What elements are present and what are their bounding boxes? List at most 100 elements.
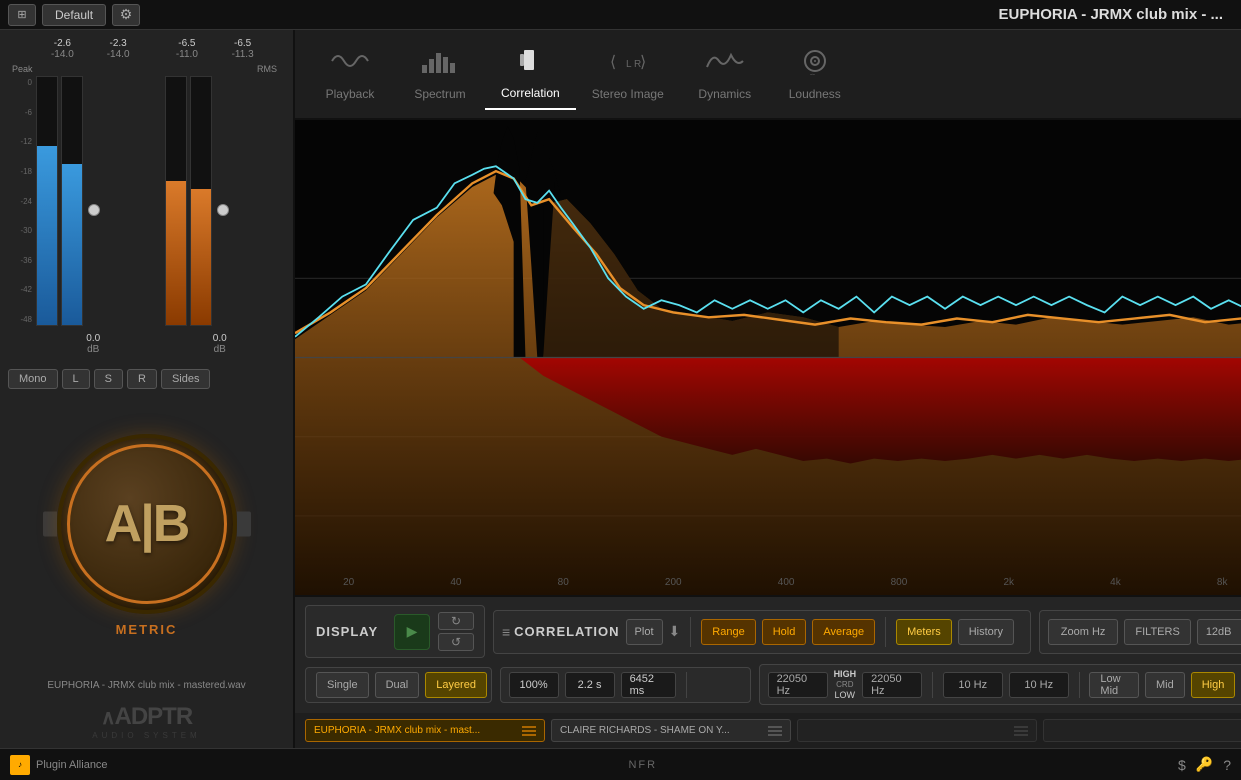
display-label: DISPLAY [316,624,386,639]
default-button[interactable]: Default [42,4,106,26]
dual-btn[interactable]: Dual [375,672,420,698]
high-hz1: 22050 Hz [768,672,828,698]
r-button[interactable]: R [127,369,157,389]
correlation-icon [516,46,544,80]
meter-bar-r1[interactable] [165,76,187,326]
hamburger-icon[interactable]: ≡ [502,624,510,640]
track-menu-1[interactable] [522,726,536,736]
correlation-label: CORRELATION [514,624,619,639]
bottom-icons: $ 🔑 ? [1178,756,1231,773]
tab-stereo-image[interactable]: ⟨ L R ⟩ Stereo Image [576,39,680,109]
db-unit-right: dB [159,344,282,355]
rms-l1: -14.0 [36,49,89,60]
tab-correlation[interactable]: Correlation [485,38,576,110]
main-layout: -2.6 -14.0 -2.3 -14.0 -6.5 -11.0 [0,30,1241,748]
top-bar-left: ⊞ Default ⚙ [8,4,140,26]
peak-r1: -6.5 [161,38,214,49]
average-val: 6452 ms [621,672,677,698]
key-icon[interactable]: 🔑 [1196,756,1213,773]
track-item-2[interactable]: CLAIRE RICHARDS - SHAME ON Y... [551,719,791,742]
crd-label: CRD [836,680,853,689]
refresh-btn-1[interactable]: ↻ [438,612,474,630]
peak-l1: -2.6 [36,38,89,49]
low-hz2: 10 Hz [1009,672,1069,698]
chart-area: 1 0.5 -0.5 -1 20 40 80 200 400 800 2k 4k… [295,120,1241,595]
meter-knob-right[interactable] [217,204,229,216]
pa-icon: ♪ [10,755,30,775]
tab-stereo-label: Stereo Image [592,87,664,101]
meter-bar-l2[interactable] [61,76,83,326]
average-btn[interactable]: Average [812,619,875,645]
tab-spectrum-label: Spectrum [414,87,465,101]
left-panel: -2.6 -14.0 -2.3 -14.0 -6.5 -11.0 [0,30,295,748]
dropdown-icon[interactable]: ⬇ [669,623,681,640]
peak-r2: -6.5 [216,38,269,49]
filters-btn[interactable]: FILTERS [1124,619,1190,645]
s-button[interactable]: S [94,369,123,389]
tracks-section: EUPHORIA - JRMX club mix - mast... CLAIR… [295,713,1241,748]
nfr-badge: NFR [628,759,657,771]
hold-btn[interactable]: Hold [762,619,807,645]
spectrum-icon [420,47,460,81]
high-label: HIGH [834,669,857,679]
dollar-icon[interactable]: $ [1178,757,1186,773]
l-button[interactable]: L [62,369,90,389]
stereo-image-icon: ⟨ L R ⟩ [608,47,648,81]
nav-tabs: Playback Spectrum [295,30,1241,120]
tab-playback[interactable]: Playback [305,39,395,109]
dynamics-icon [705,47,745,81]
track-empty-3 [797,719,1037,742]
gear-button[interactable]: ⚙ [112,4,140,26]
tab-loudness[interactable]: ◎ Loudness [770,39,860,109]
history-btn[interactable]: History [958,619,1014,645]
ab-connector-left [43,512,57,537]
metric-label: METRIC [116,622,178,637]
meters-btn[interactable]: Meters [896,619,952,645]
rms-l2: -14.0 [92,49,145,60]
tab-loudness-label: Loudness [789,87,841,101]
ab-ring: A|B [67,444,227,604]
db-val-left: 0.0 [32,333,155,344]
high-filter-btn[interactable]: High [1191,672,1236,698]
ab-connector-right [237,512,251,537]
range-val: 100% [509,672,559,698]
peak-l2: -2.3 [92,38,145,49]
track-menu-2[interactable] [768,726,782,736]
track-name-display: EUPHORIA - JRMX club mix - mastered.wav [0,676,293,695]
track-item-1[interactable]: EUPHORIA - JRMX club mix - mast... [305,719,545,742]
svg-text:⟩: ⟩ [640,54,646,71]
zoom-hz-btn[interactable]: Zoom Hz [1048,619,1119,645]
help-icon[interactable]: ? [1223,757,1231,773]
layered-btn[interactable]: Layered [425,672,487,698]
sides-button[interactable]: Sides [161,369,211,389]
tab-dynamics[interactable]: Dynamics [680,39,770,109]
meters-section: -2.6 -14.0 -2.3 -14.0 -6.5 -11.0 [0,30,293,363]
meter-knob-left[interactable] [88,204,100,216]
meter-bar-r2[interactable] [190,76,212,326]
refresh-btn-2[interactable]: ↺ [438,633,474,651]
adptr-sub: AUDIO SYSTEM [8,731,285,740]
mono-button[interactable]: Mono [8,369,58,389]
mid-filter-btn[interactable]: Mid [1145,672,1185,698]
pa-logo: ♪ Plugin Alliance [10,755,108,775]
single-btn[interactable]: Single [316,672,369,698]
track-empty-menu-3 [1014,726,1028,736]
hold-val: 2.2 s [565,672,615,698]
range-btn[interactable]: Range [701,619,755,645]
svg-text:◎: ◎ [809,72,816,75]
bottom-bar: ♪ Plugin Alliance NFR $ 🔑 ? [0,748,1241,780]
tab-dynamics-label: Dynamics [698,87,751,101]
plot-select[interactable]: Plot [626,619,663,645]
lowmid-filter-btn[interactable]: Low Mid [1089,672,1139,698]
svg-text:L R: L R [626,59,641,70]
rms-r1: -11.0 [161,49,214,60]
db-select[interactable]: 12dB [1197,619,1241,645]
ab-knob[interactable]: A|B [57,434,237,614]
meter-bar-l1[interactable] [36,76,58,326]
play-button[interactable]: ▶ [394,614,430,650]
tab-playback-label: Playback [326,87,375,101]
tab-spectrum[interactable]: Spectrum [395,39,485,109]
meter-scale: 0 -6 -12 -18 -24 -30 -36 -42 -48 [12,76,32,326]
controls-row1: DISPLAY ▶ ↻ ↺ ≡ CORRELATION Plot [305,605,1241,658]
window-icon-btn[interactable]: ⊞ [8,4,36,26]
